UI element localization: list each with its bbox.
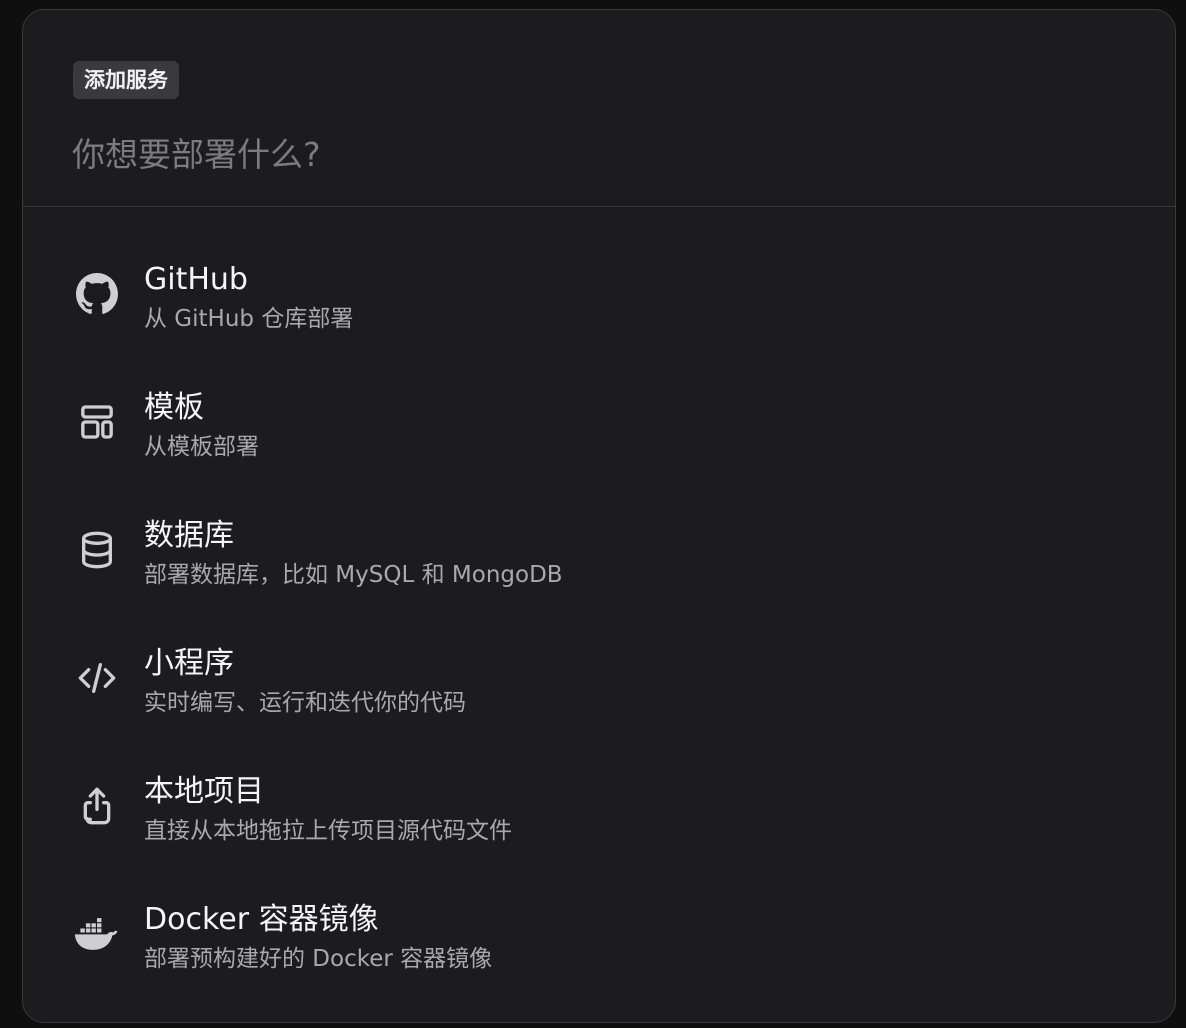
option-docker[interactable]: Docker 容器镜像 部署预构建好的 Docker 容器镜像 — [23, 888, 1175, 1016]
database-icon — [73, 526, 121, 574]
add-service-dialog: 添加服务 GitHub 从 GitHub 仓库部署 模板 从模板部署 数据库 部… — [22, 9, 1176, 1023]
template-icon — [73, 398, 121, 446]
dialog-header: 添加服务 — [23, 10, 1175, 207]
dialog-badge: 添加服务 — [73, 61, 179, 99]
option-description: 部署预构建好的 Docker 容器镜像 — [144, 946, 493, 972]
option-database[interactable]: 数据库 部署数据库，比如 MySQL 和 MongoDB — [23, 504, 1175, 632]
option-code[interactable]: 小程序 实时编写、运行和迭代你的代码 — [23, 632, 1175, 760]
option-title: 本地项目 — [144, 774, 264, 809]
option-title: GitHub — [144, 262, 248, 297]
code-icon — [73, 654, 121, 702]
option-title: 小程序 — [144, 646, 234, 681]
service-option-list: GitHub 从 GitHub 仓库部署 模板 从模板部署 数据库 部署数据库，… — [23, 248, 1175, 1016]
option-title: 模板 — [144, 390, 204, 425]
option-title: Docker 容器镜像 — [144, 902, 379, 937]
option-description: 从模板部署 — [144, 434, 259, 460]
option-description: 直接从本地拖拉上传项目源代码文件 — [144, 818, 512, 844]
option-title: 数据库 — [144, 518, 234, 553]
github-icon — [73, 270, 121, 318]
docker-icon — [73, 910, 121, 958]
search-input[interactable] — [72, 129, 1122, 179]
option-description: 从 GitHub 仓库部署 — [144, 306, 354, 332]
upload-icon — [73, 782, 121, 830]
option-local-project[interactable]: 本地项目 直接从本地拖拉上传项目源代码文件 — [23, 760, 1175, 888]
option-github[interactable]: GitHub 从 GitHub 仓库部署 — [23, 248, 1175, 376]
option-description: 实时编写、运行和迭代你的代码 — [144, 690, 466, 716]
option-template[interactable]: 模板 从模板部署 — [23, 376, 1175, 504]
option-description: 部署数据库，比如 MySQL 和 MongoDB — [144, 562, 563, 588]
